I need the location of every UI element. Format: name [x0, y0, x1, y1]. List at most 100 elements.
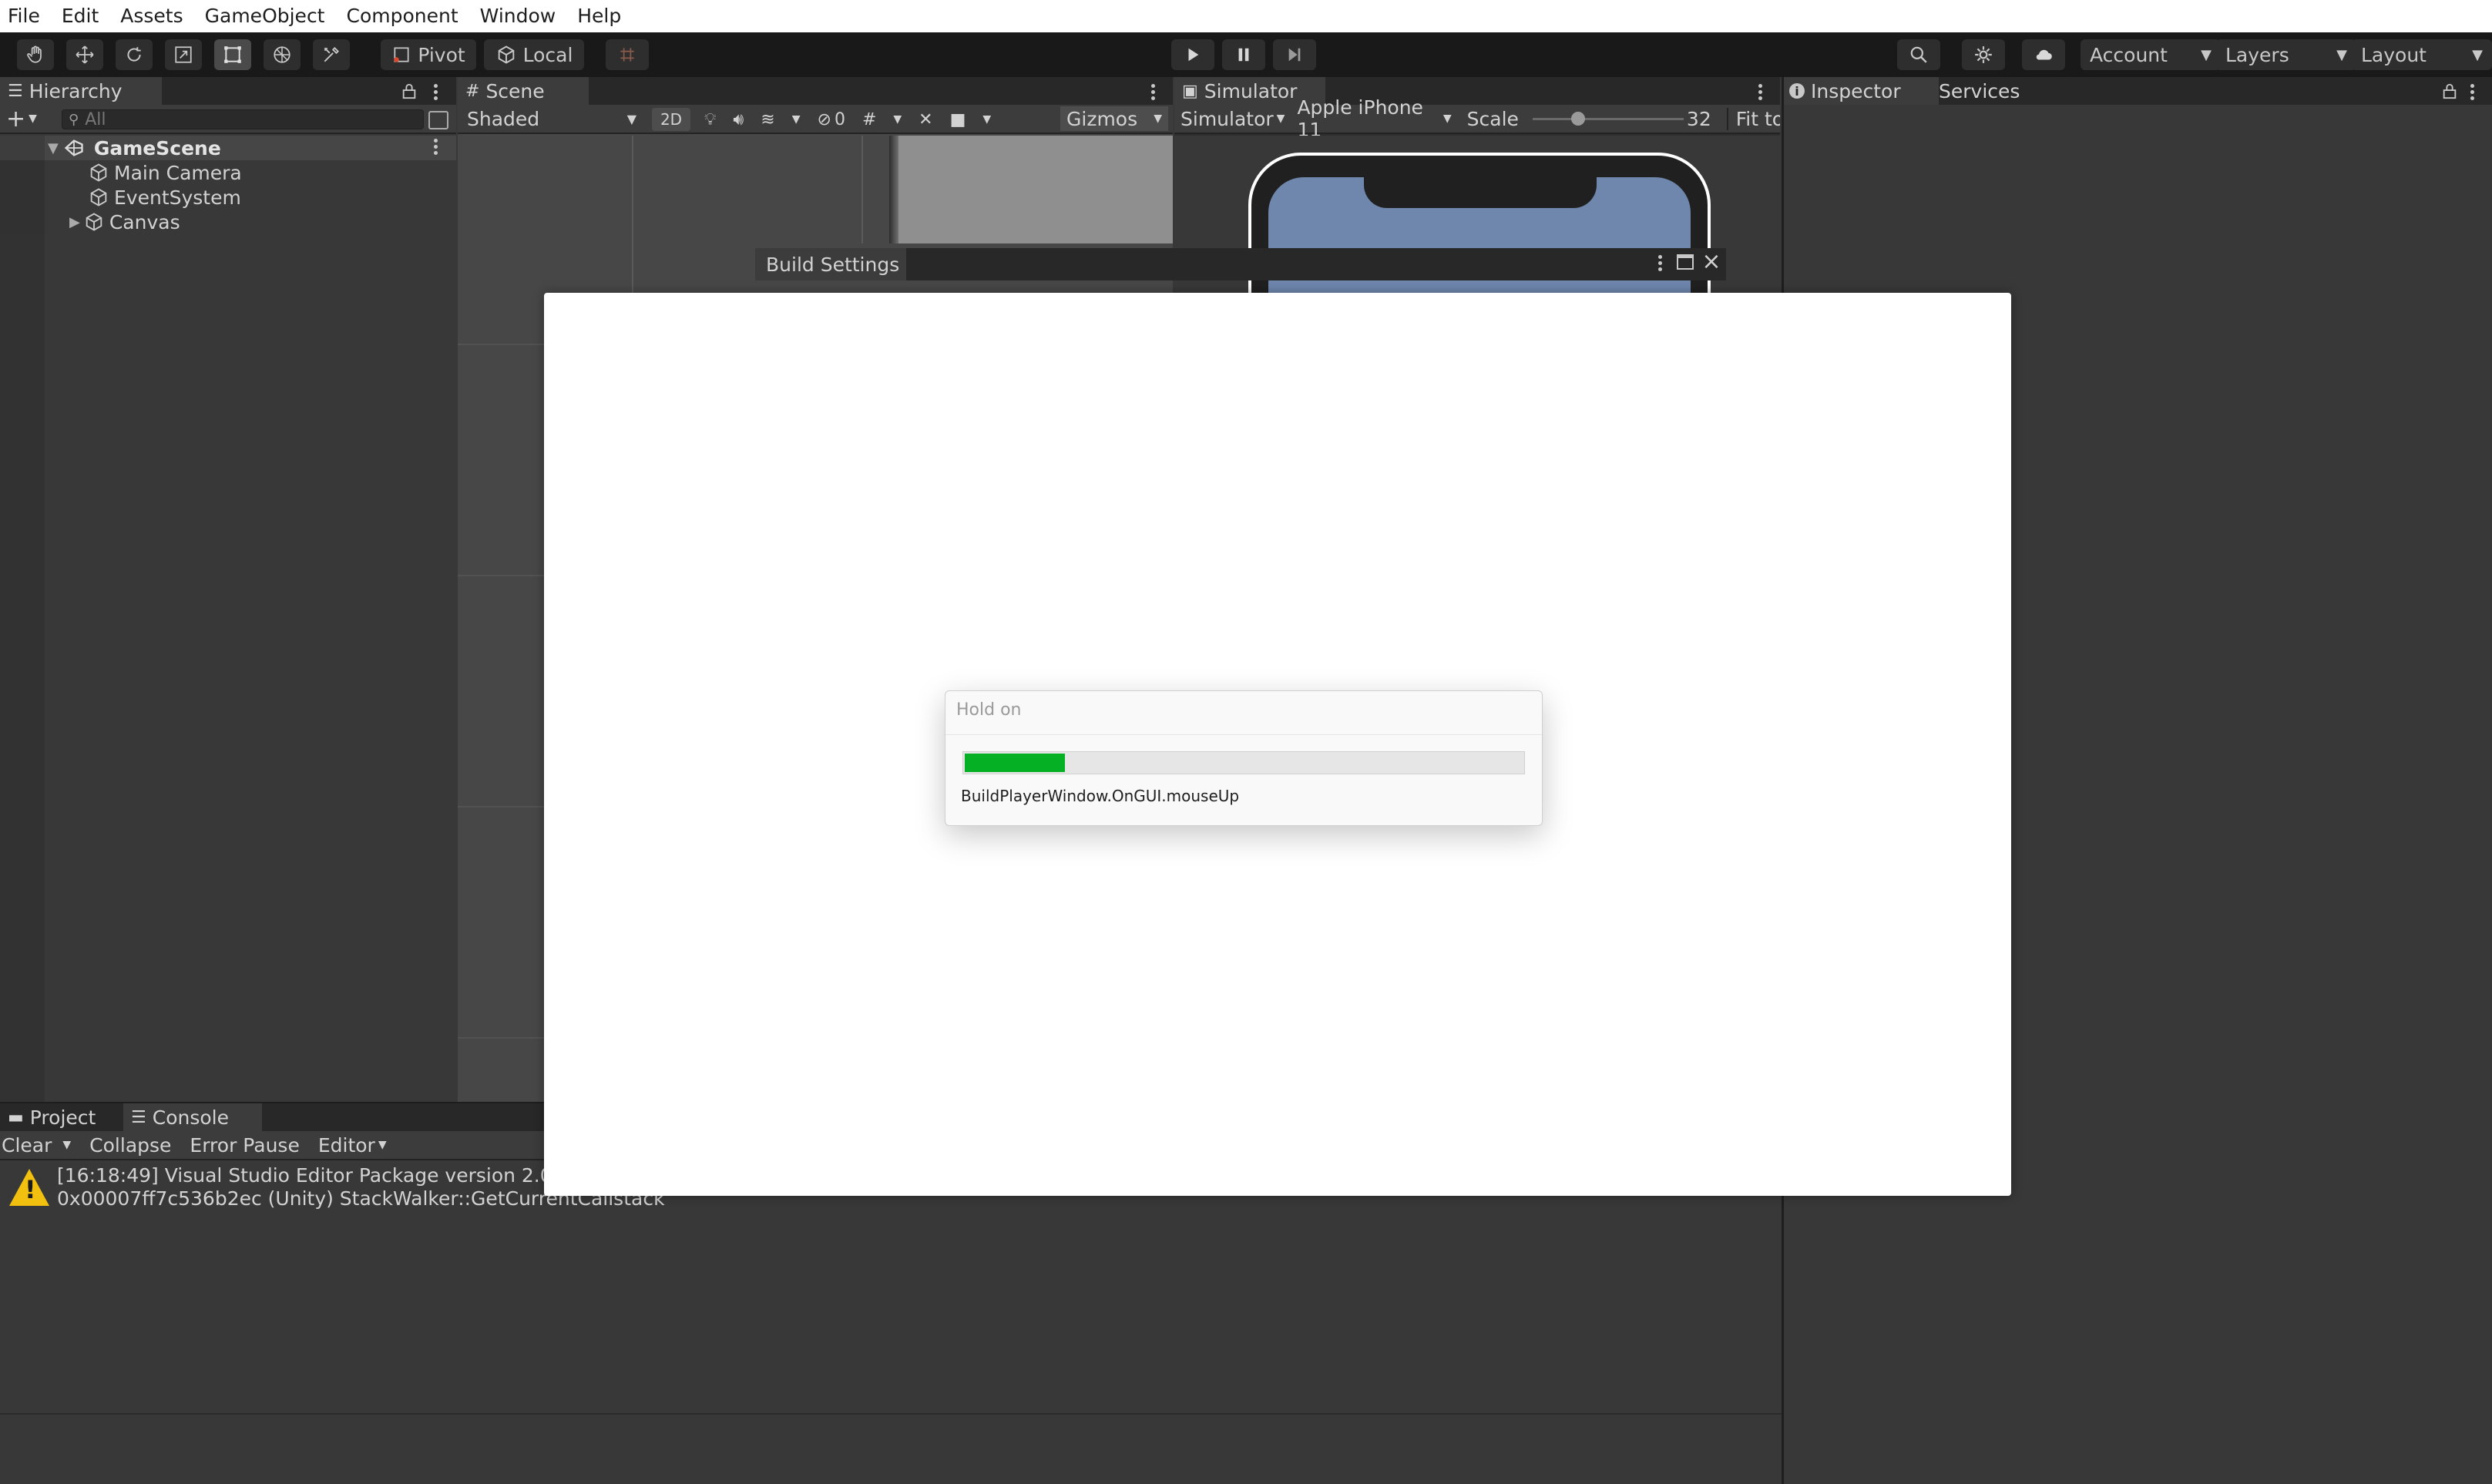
search-button[interactable] [1897, 39, 1940, 70]
editor-dropdown[interactable]: Editor ▼ [318, 1134, 387, 1157]
hierarchy-search-placeholder: All [85, 109, 106, 129]
hierarchy-scene-row[interactable]: ▼ GameScene [0, 136, 456, 160]
chevron-down-icon[interactable]: ▼ [29, 112, 37, 125]
scale-slider[interactable] [1532, 107, 1684, 130]
hierarchy-item-eventsystem[interactable]: EventSystem [0, 185, 456, 210]
hidden-objects-toggle[interactable]: ⊘ 0 [818, 110, 845, 129]
expand-arrow-icon[interactable]: ▶ [69, 214, 80, 230]
tab-project[interactable]: ▬ Project [0, 1103, 139, 1131]
tab-build-settings[interactable]: Build Settings [755, 248, 906, 280]
device-dropdown[interactable]: Apple iPhone 11 ▼ [1297, 96, 1451, 141]
kebab-menu-icon[interactable] [434, 82, 438, 102]
pause-icon [1238, 48, 1249, 62]
camera-icon[interactable]: ■ [950, 110, 966, 129]
services-tab-label: Services [1939, 79, 2020, 102]
hierarchy-tabbar: ☰ Hierarchy [0, 77, 456, 105]
cloud-button[interactable] [2022, 39, 2065, 70]
rotate-tool-button[interactable] [116, 39, 153, 70]
step-button[interactable] [1273, 39, 1316, 70]
warning-icon [9, 1169, 49, 1206]
scene-visibility-icon[interactable] [428, 111, 448, 129]
local-toggle[interactable]: Local [484, 39, 584, 70]
tab-hierarchy[interactable]: ☰ Hierarchy [0, 77, 162, 105]
tab-scene[interactable]: # Scene [458, 77, 589, 105]
custom-tool-button[interactable] [313, 39, 350, 70]
menu-window[interactable]: Window [480, 0, 556, 32]
menu-gameobject[interactable]: GameObject [205, 0, 325, 32]
hierarchy-item-canvas[interactable]: ▶ Canvas [0, 210, 456, 234]
layout-dropdown[interactable]: Layout ▼ [2352, 39, 2492, 70]
cube-icon [90, 188, 107, 206]
menu-component[interactable]: Component [347, 0, 458, 32]
collab-settings-button[interactable] [1962, 39, 2005, 70]
lightbulb-icon[interactable]: 💡︎ [704, 110, 716, 129]
grid-snap-button[interactable] [606, 39, 649, 70]
tab-services[interactable]: Services [1931, 77, 2082, 105]
simulator-mode-dropdown[interactable]: Simulator ▼ [1181, 108, 1285, 130]
scale-value: 32 [1686, 107, 1711, 130]
menu-assets[interactable]: Assets [120, 0, 183, 32]
search-icon [1910, 46, 1927, 63]
simulator-mode-label: Simulator [1181, 107, 1274, 130]
grid-toggle-icon[interactable]: # [862, 110, 876, 129]
progress-bar [962, 751, 1525, 774]
shading-mode-dropdown[interactable]: Shaded ▼ [461, 106, 643, 131]
tab-console[interactable]: ☰ Console [123, 1103, 262, 1131]
menu-edit[interactable]: Edit [62, 0, 99, 32]
clear-dropdown[interactable]: Clear ▼ [2, 1134, 71, 1157]
menu-bar: File Edit Assets GameObject Component Wi… [0, 0, 2492, 32]
menu-help[interactable]: Help [577, 0, 621, 32]
lock-icon[interactable] [401, 82, 418, 100]
chevron-down-icon: ▼ [1276, 112, 1285, 125]
tab-inspector[interactable]: i Inspector [1782, 77, 1939, 105]
slider-thumb[interactable] [1570, 112, 1585, 126]
collapse-toggle[interactable]: Collapse [89, 1134, 171, 1157]
step-icon [1288, 48, 1301, 62]
chevron-down-icon[interactable]: ▼ [893, 113, 902, 126]
account-dropdown[interactable]: Account ▼ [2081, 39, 2221, 70]
gear-icon [1975, 46, 1992, 63]
gizmos-dropdown[interactable]: Gizmos ▼ [1060, 106, 1168, 131]
pivot-icon [394, 47, 409, 62]
kebab-menu-icon[interactable] [1658, 253, 1663, 274]
rect-tool-button[interactable] [214, 39, 251, 70]
2d-toggle[interactable]: 2D [652, 108, 690, 131]
hierarchy-item-main-camera[interactable]: Main Camera [0, 160, 456, 185]
kebab-menu-icon[interactable] [434, 136, 438, 157]
local-label: Local [522, 43, 573, 66]
kebab-menu-icon[interactable] [1151, 82, 1156, 102]
move-tool-button[interactable] [66, 39, 103, 70]
pause-button[interactable] [1222, 39, 1265, 70]
chevron-down-icon[interactable]: ▼ [982, 113, 991, 126]
effects-icon[interactable]: ≋ [761, 110, 774, 129]
hierarchy-search-field[interactable]: ⚲ All [62, 109, 424, 129]
chevron-down-icon[interactable]: ▼ [792, 113, 801, 126]
close-icon[interactable]: × [1700, 248, 1723, 276]
scale-label: Scale [1466, 107, 1519, 130]
grid-snap-icon [620, 48, 634, 62]
scene-tab-label: Scene [485, 79, 545, 102]
audio-icon[interactable]: 🔊︎ [733, 110, 744, 129]
kebab-menu-icon[interactable] [1758, 82, 1763, 102]
kebab-menu-icon[interactable] [2470, 82, 2475, 102]
expand-arrow-icon[interactable]: ▼ [48, 140, 59, 156]
play-button[interactable] [1171, 39, 1214, 70]
chevron-down-icon: ▼ [626, 111, 636, 126]
error-pause-toggle[interactable]: Error Pause [190, 1134, 299, 1157]
add-icon[interactable]: + [6, 106, 25, 133]
fit-to-screen-toggle[interactable]: Fit to [1726, 107, 1780, 130]
maximize-icon[interactable] [1677, 254, 1694, 270]
layout-label: Layout [2361, 43, 2427, 66]
transform-tool-button[interactable] [264, 39, 301, 70]
console-tab-label: Console [152, 1106, 229, 1129]
hand-tool-button[interactable] [17, 39, 54, 70]
lock-icon[interactable] [2441, 82, 2458, 100]
layers-dropdown[interactable]: Layers ▼ [2216, 39, 2356, 70]
canvas-preview [895, 136, 1173, 243]
pivot-toggle[interactable]: Pivot [381, 39, 476, 70]
simulator-tabbar: ▣ Simulator [1174, 77, 1780, 105]
menu-file[interactable]: File [8, 0, 40, 32]
scale-tool-button[interactable] [165, 39, 202, 70]
tools-icon[interactable]: ✕ [919, 110, 932, 129]
hold-on-dialog: Hold on BuildPlayerWindow.OnGUI.mouseUp [945, 690, 1543, 826]
